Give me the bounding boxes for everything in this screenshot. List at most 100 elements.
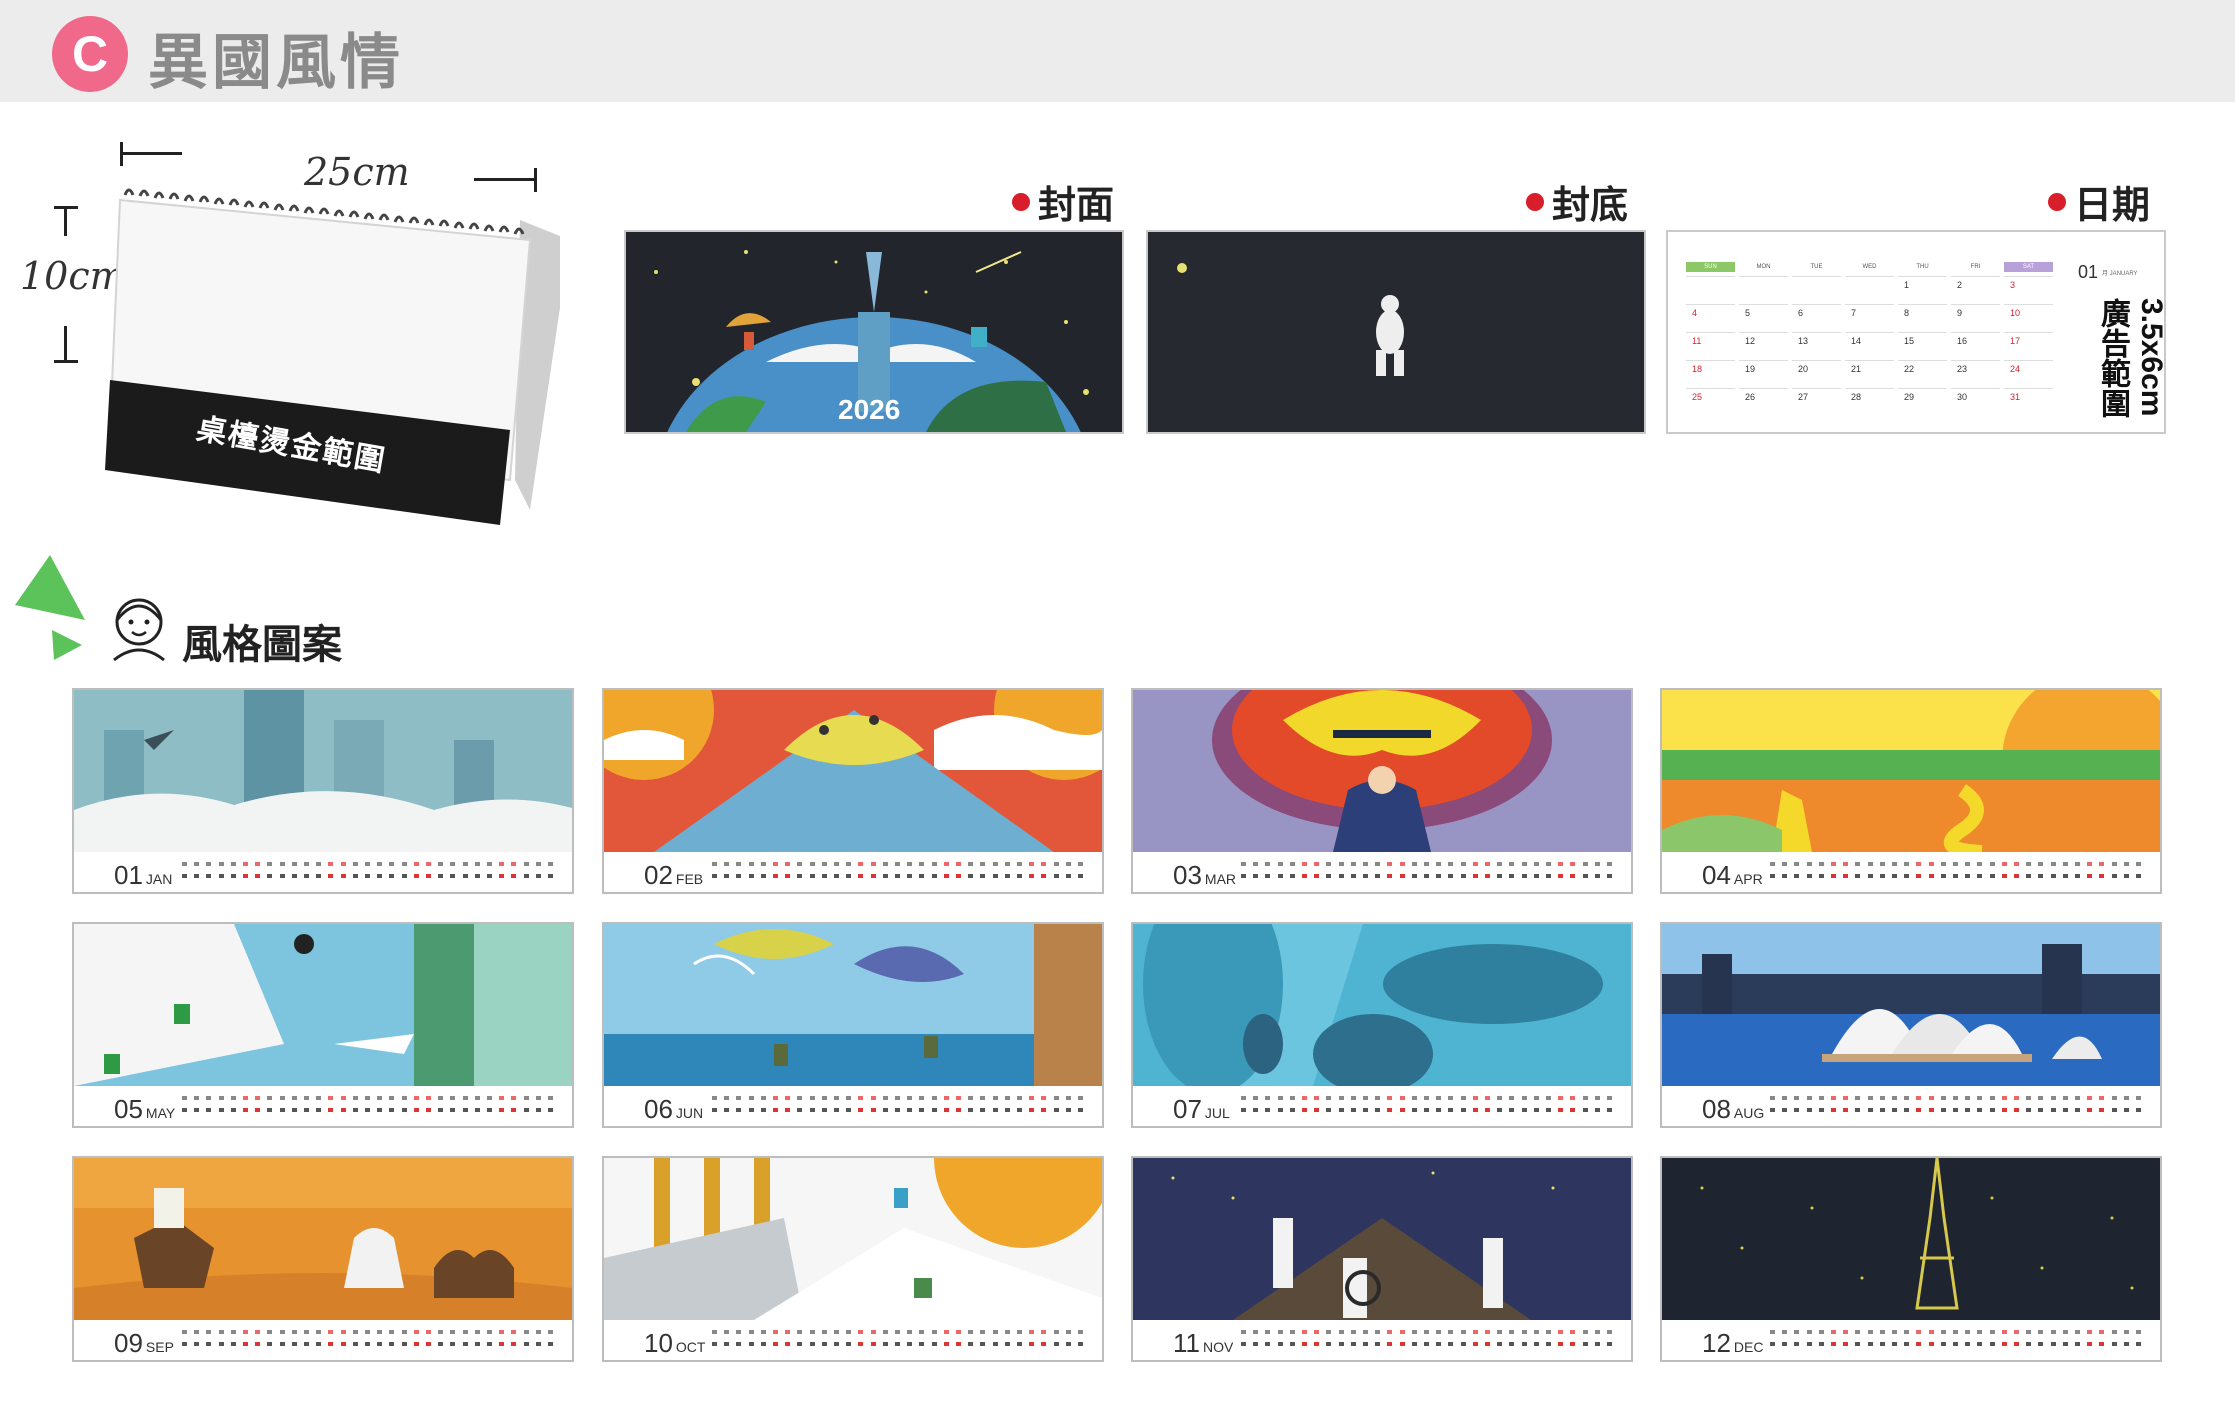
weekday-mark xyxy=(2099,1330,2105,1334)
weekday-mark xyxy=(340,862,346,866)
date-cell-divider xyxy=(1792,332,1841,333)
weekday-mark xyxy=(2026,1096,2032,1100)
day-mark xyxy=(1546,874,1551,878)
day-mark xyxy=(1472,1342,1478,1346)
day-mark xyxy=(2087,1108,2093,1112)
weekday-mark xyxy=(773,1096,778,1100)
date-cell-divider xyxy=(2004,304,2053,305)
weekday-mark xyxy=(194,1096,200,1100)
weekday-mark xyxy=(1326,1330,1332,1334)
weekday-mark xyxy=(846,1330,852,1334)
weekday-mark xyxy=(2099,1096,2105,1100)
weekday-mark xyxy=(2062,862,2068,866)
date-cell-divider xyxy=(1739,388,1788,389)
weekday-mark xyxy=(304,862,309,866)
day-mark xyxy=(462,1342,468,1346)
day-mark xyxy=(968,874,974,878)
weekday-mark xyxy=(956,862,961,866)
day-mark xyxy=(340,874,346,878)
date-page-preview: SUN MON TUE WED THU FRI SAT 1 2 3 4 5 6 7 8 9 10 11 12 13 14… xyxy=(1666,230,2166,434)
weekday-mark xyxy=(1916,862,1922,866)
weekday-mark xyxy=(858,862,864,866)
weekday-mark xyxy=(352,1330,358,1334)
weekday-mark xyxy=(1867,1330,1873,1334)
day-mark xyxy=(1424,1342,1429,1346)
day-mark xyxy=(2014,874,2019,878)
day-mark xyxy=(328,874,334,878)
day-mark xyxy=(1387,1342,1393,1346)
day-mark xyxy=(2050,1108,2056,1112)
day-mark xyxy=(1892,874,1897,878)
weekday-mark xyxy=(1289,862,1295,866)
day-mark xyxy=(1277,874,1283,878)
day-mark xyxy=(1977,1108,1983,1112)
date-cell-divider xyxy=(1686,332,1735,333)
day-mark xyxy=(1521,1108,1527,1112)
weekday-mark xyxy=(1041,862,1047,866)
day-mark xyxy=(1436,1342,1442,1346)
month-number: 11 NOV xyxy=(1173,1328,1234,1358)
weekday-mark xyxy=(943,1330,949,1334)
weekday-mark xyxy=(846,1096,852,1100)
day-mark xyxy=(895,1342,900,1346)
day-mark xyxy=(992,1108,998,1112)
weekday-mark xyxy=(230,1330,236,1334)
weekday-mark xyxy=(426,1096,431,1100)
weekday-mark xyxy=(1017,1330,1022,1334)
weekday-mark xyxy=(2062,1330,2068,1334)
weekday-mark xyxy=(785,1096,791,1100)
weekday-mark xyxy=(797,862,803,866)
weekday-mark xyxy=(2014,1096,2019,1100)
date-cell: 15 xyxy=(1904,336,1915,346)
weekday-mark xyxy=(340,1330,346,1334)
day-mark xyxy=(1843,1342,1849,1346)
day-mark xyxy=(1904,1342,1910,1346)
day-mark xyxy=(1302,1342,1307,1346)
date-cell: 21 xyxy=(1851,364,1862,374)
day-mark xyxy=(2014,1342,2019,1346)
day-mark xyxy=(1241,1342,1246,1346)
weekday-mark xyxy=(1570,1330,1576,1334)
weekday-mark xyxy=(1546,1330,1551,1334)
weekday-mark xyxy=(1533,1330,1539,1334)
weekday-mark xyxy=(1472,862,1478,866)
weekday-mark xyxy=(499,1096,505,1100)
weekday-mark xyxy=(1879,1096,1885,1100)
day-mark xyxy=(858,874,864,878)
day-mark xyxy=(267,1342,273,1346)
weekday-mark xyxy=(1582,1096,1588,1100)
weekday-mark xyxy=(377,1096,383,1100)
day-mark xyxy=(462,874,468,878)
weekday-mark xyxy=(194,1330,200,1334)
weekday-mark xyxy=(206,1330,212,1334)
date-cell: 30 xyxy=(1957,392,1968,402)
weekday-mark xyxy=(1582,862,1588,866)
day-mark xyxy=(2123,1342,2129,1346)
day-mark xyxy=(748,1108,754,1112)
day-mark xyxy=(499,1342,505,1346)
day-mark xyxy=(1916,874,1922,878)
weekday-mark xyxy=(1928,1330,1934,1334)
day-mark xyxy=(389,1342,395,1346)
weekday-mark xyxy=(389,1330,395,1334)
weekday-mark xyxy=(1794,1096,1800,1100)
day-mark xyxy=(2099,1108,2105,1112)
date-cell-divider xyxy=(2004,276,2053,277)
day-mark xyxy=(1375,1342,1381,1346)
day-mark xyxy=(206,1342,212,1346)
section-title: 異國風情 xyxy=(148,29,404,96)
day-mark xyxy=(389,874,395,878)
month-date-strip: 12 DEC xyxy=(1662,1320,2160,1360)
weekday-mark xyxy=(2038,1330,2044,1334)
month-number: 06 JUN xyxy=(644,1094,704,1124)
day-mark xyxy=(377,874,383,878)
day-mark xyxy=(931,1342,937,1346)
day-mark xyxy=(218,1342,224,1346)
day-mark xyxy=(194,874,200,878)
weekday-mark xyxy=(535,862,541,866)
day-mark xyxy=(1460,1342,1466,1346)
day-mark xyxy=(870,1342,876,1346)
weekday-mark xyxy=(724,1330,730,1334)
weekday-mark xyxy=(1338,1096,1344,1100)
weekday-mark xyxy=(1953,1330,1958,1334)
